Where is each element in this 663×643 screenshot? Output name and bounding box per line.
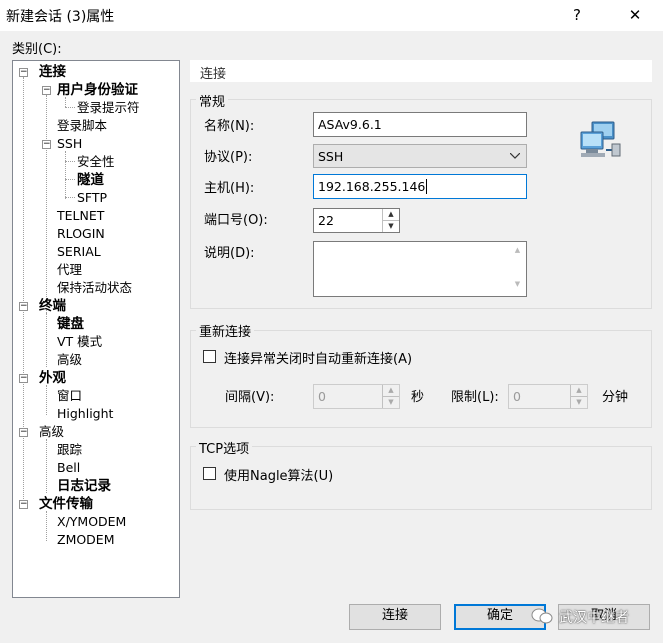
tree-item-connection[interactable]: 连接 — [39, 64, 66, 80]
protocol-select[interactable]: SSH — [313, 144, 527, 168]
protocol-label: 协议(P): — [204, 150, 253, 165]
expand-advanced-icon[interactable]: − — [19, 428, 28, 437]
window-title: 新建会话 (3)属性 — [6, 9, 115, 25]
tree-item-sftp[interactable]: SFTP — [77, 190, 107, 206]
tree-item-keepalive[interactable]: 保持活动状态 — [57, 280, 132, 296]
spin-down-icon[interactable]: ▼ — [571, 397, 587, 409]
spin-up-icon[interactable]: ▲ — [383, 209, 399, 221]
host-value: 192.168.255.146 — [318, 179, 426, 194]
limit-input[interactable]: 0 ▲ ▼ — [508, 384, 588, 409]
expand-ssh-icon[interactable]: − — [42, 140, 51, 149]
tree-item-xymodem[interactable]: X/YMODEM — [57, 514, 126, 530]
interval-value: 0 — [318, 389, 326, 404]
nagle-checkbox[interactable] — [203, 467, 216, 480]
host-input[interactable]: 192.168.255.146 — [313, 174, 527, 199]
description-textarea[interactable]: ▲ ▼ — [313, 241, 527, 297]
tree-item-appearance[interactable]: 外观 — [39, 370, 66, 386]
interval-input[interactable]: 0 ▲ ▼ — [313, 384, 400, 409]
tree-item-trace[interactable]: 跟踪 — [57, 442, 82, 458]
scroll-down-icon[interactable]: ▼ — [509, 280, 526, 288]
tree-item-bell[interactable]: Bell — [57, 460, 80, 476]
watermark: 武汉中继者 — [531, 604, 659, 630]
tree-item-rlogin[interactable]: RLOGIN — [57, 226, 105, 242]
expand-connection-icon[interactable]: − — [19, 68, 28, 77]
category-tree[interactable]: − 连接 − 用户身份验证 登录提示符 登录脚本 − SSH 安全性 隧道 SF… — [12, 60, 180, 598]
port-input[interactable]: 22 ▲ ▼ — [313, 208, 400, 233]
tree-item-serial[interactable]: SERIAL — [57, 244, 101, 260]
port-spinner[interactable]: ▲ ▼ — [382, 209, 399, 232]
tree-item-auth[interactable]: 用户身份验证 — [57, 82, 138, 98]
tree-item-ssh[interactable]: SSH — [57, 136, 82, 152]
scroll-up-icon[interactable]: ▲ — [509, 246, 526, 254]
tree-item-security[interactable]: 安全性 — [77, 154, 115, 170]
expand-terminal-icon[interactable]: − — [19, 302, 28, 311]
nagle-label: 使用Nagle算法(U) — [224, 469, 334, 484]
port-value: 22 — [318, 213, 334, 228]
tree-item-login-script[interactable]: 登录脚本 — [57, 118, 107, 134]
tree-item-vt-mode[interactable]: VT 模式 — [57, 334, 102, 350]
category-label: 类别(C): — [12, 42, 62, 57]
reconnect-group — [190, 330, 652, 428]
wechat-icon — [531, 608, 553, 624]
interval-label: 间隔(V): — [225, 390, 275, 405]
help-button[interactable]: ? — [557, 3, 597, 27]
spin-down-icon[interactable]: ▼ — [383, 397, 399, 409]
auto-reconnect-checkbox[interactable] — [203, 350, 216, 363]
auto-reconnect-label: 连接异常关闭时自动重新连接(A) — [224, 352, 413, 367]
limit-spinner[interactable]: ▲ ▼ — [570, 385, 587, 408]
tree-item-keyboard[interactable]: 键盘 — [57, 316, 84, 332]
name-input[interactable]: ASAv9.6.1 — [313, 112, 527, 137]
interval-spinner[interactable]: ▲ ▼ — [382, 385, 399, 408]
host-label: 主机(H): — [204, 181, 255, 196]
general-group-title: 常规 — [196, 91, 229, 110]
port-label: 端口号(O): — [204, 213, 268, 228]
tree-item-highlight[interactable]: Highlight — [57, 406, 113, 422]
minutes-unit: 分钟 — [602, 390, 629, 405]
seconds-unit: 秒 — [411, 390, 425, 405]
watermark-text: 武汉中继者 — [559, 610, 629, 626]
expand-appearance-icon[interactable]: − — [19, 374, 28, 383]
description-label: 说明(D): — [204, 246, 255, 261]
tree-item-zmodem[interactable]: ZMODEM — [57, 532, 115, 548]
connect-button[interactable]: 连接 — [349, 604, 441, 630]
protocol-value: SSH — [318, 149, 344, 164]
name-label: 名称(N): — [204, 119, 255, 134]
network-computer-icon — [580, 121, 621, 157]
tcp-group-title: TCP选项 — [196, 438, 253, 457]
expand-file-transfer-icon[interactable]: − — [19, 500, 28, 509]
panel-header-title: 连接 — [200, 67, 227, 82]
reconnect-group-title: 重新连接 — [196, 321, 255, 340]
tree-item-log[interactable]: 日志记录 — [57, 478, 111, 494]
limit-label: 限制(L): — [451, 390, 499, 405]
scrollbar[interactable]: ▲ ▼ — [509, 242, 526, 296]
expand-auth-icon[interactable]: − — [42, 86, 51, 95]
spin-up-icon[interactable]: ▲ — [383, 385, 399, 397]
spin-up-icon[interactable]: ▲ — [571, 385, 587, 397]
tree-item-telnet[interactable]: TELNET — [57, 208, 104, 224]
panel-header: 连接 — [190, 60, 652, 82]
tree-item-advanced-terminal[interactable]: 高级 — [57, 352, 82, 368]
tree-item-tunnel[interactable]: 隧道 — [77, 172, 104, 188]
close-button[interactable]: ✕ — [615, 3, 655, 27]
tree-item-proxy[interactable]: 代理 — [57, 262, 82, 278]
tree-item-file-transfer[interactable]: 文件传输 — [39, 496, 93, 512]
tree-item-terminal[interactable]: 终端 — [39, 298, 66, 314]
spin-down-icon[interactable]: ▼ — [383, 221, 399, 233]
tree-item-window[interactable]: 窗口 — [57, 388, 82, 404]
tree-item-login-prompt[interactable]: 登录提示符 — [77, 100, 140, 116]
tree-item-advanced[interactable]: 高级 — [39, 424, 64, 440]
limit-value: 0 — [513, 389, 521, 404]
chevron-down-icon — [510, 153, 520, 159]
